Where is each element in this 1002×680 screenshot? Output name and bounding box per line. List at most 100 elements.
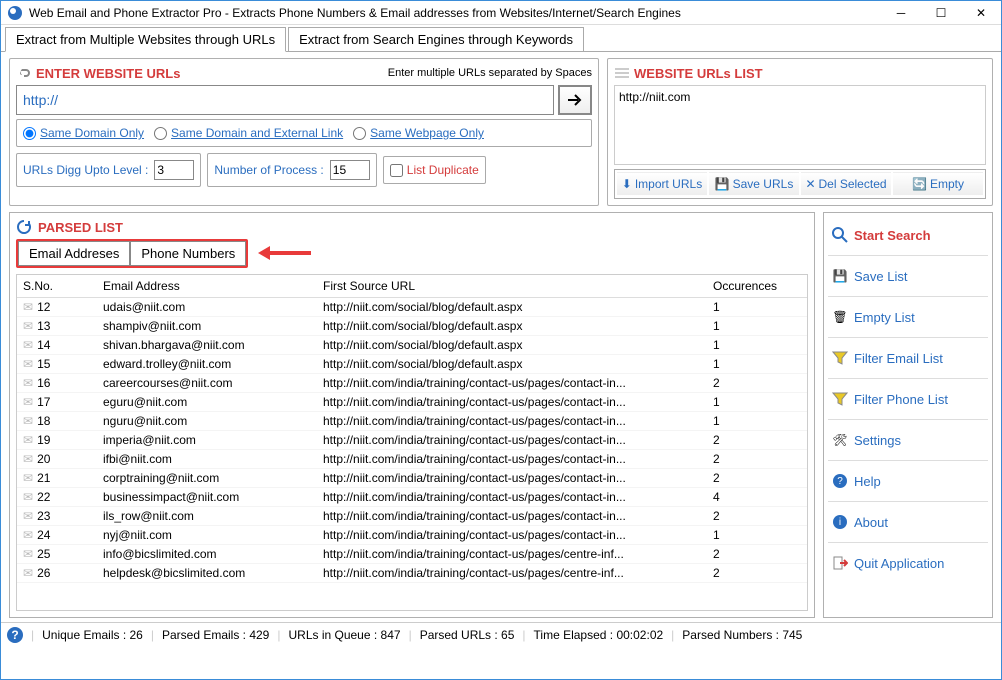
urls-list[interactable]: http://niit.com [614,85,986,165]
status-help-icon[interactable]: ? [7,627,23,643]
mail-icon: ✉ [23,414,33,428]
table-row[interactable]: ✉20ifbi@niit.comhttp://niit.com/india/tr… [17,450,807,469]
mail-icon: ✉ [23,528,33,542]
window-title: Web Email and Phone Extractor Pro - Extr… [29,6,881,20]
stat-time-elapsed: Time Elapsed : 00:02:02 [534,628,664,642]
statusbar: ? | Unique Emails : 26| Parsed Emails : … [1,622,1001,646]
arrow-right-icon [566,91,584,109]
info-icon: i [832,514,848,530]
parsed-title: PARSED LIST [38,220,123,235]
import-urls-button[interactable]: ⬇Import URLs [617,172,707,196]
url-list-item[interactable]: http://niit.com [619,90,981,104]
filter-email-button[interactable]: Filter Email List [828,344,988,372]
table-row[interactable]: ✉15edward.trolley@niit.comhttp://niit.co… [17,355,807,374]
mail-icon: ✉ [23,300,33,314]
empty-icon: 🔄 [912,177,927,191]
table-row[interactable]: ✉12udais@niit.comhttp://niit.com/social/… [17,298,807,317]
tab-extract-keywords[interactable]: Extract from Search Engines through Keyw… [288,27,584,51]
exit-icon [832,555,848,571]
enter-urls-hint: Enter multiple URLs separated by Spaces [180,67,592,79]
import-icon: ⬇ [622,177,632,191]
url-input[interactable] [16,85,554,115]
minimize-button[interactable]: ─ [881,1,921,25]
filter-icon [832,391,848,407]
col-occurences[interactable]: Occurences [707,275,807,298]
del-selected-button[interactable]: ✕Del Selected [801,172,891,196]
refresh-icon [16,219,32,235]
app-icon [7,5,23,21]
annotation-arrow-icon [256,241,316,265]
tab-email-addresses[interactable]: Email Addreses [18,241,130,266]
settings-button[interactable]: 🛠Settings [828,426,988,454]
table-row[interactable]: ✉25info@bicslimited.comhttp://niit.com/i… [17,545,807,564]
list-duplicate-box[interactable]: List Duplicate [383,156,486,184]
table-row[interactable]: ✉21corptraining@niit.comhttp://niit.com/… [17,469,807,488]
mail-icon: ✉ [23,509,33,523]
trash-icon: 🗑 [832,309,848,325]
table-row[interactable]: ✉14shivan.bhargava@niit.comhttp://niit.c… [17,336,807,355]
process-count-box: Number of Process : [207,153,376,187]
process-count-input[interactable] [330,160,370,180]
filter-icon [832,350,848,366]
radio-same-domain[interactable]: Same Domain Only [23,126,144,140]
config-row: ENTER WEBSITE URLs Enter multiple URLs s… [1,52,1001,212]
close-button[interactable]: ✕ [961,1,1001,25]
result-tabs: Email Addreses Phone Numbers [16,239,248,268]
save-icon: 💾 [715,177,730,191]
mail-icon: ✉ [23,319,33,333]
empty-list-button[interactable]: 🗑Empty List [828,303,988,331]
delete-icon: ✕ [805,177,815,191]
mail-icon: ✉ [23,547,33,561]
stat-parsed-emails: Parsed Emails : 429 [162,628,269,642]
table-row[interactable]: ✉26helpdesk@bicslimited.comhttp://niit.c… [17,564,807,583]
filter-phone-button[interactable]: Filter Phone List [828,385,988,413]
results-table: S.No. Email Address First Source URL Occ… [17,275,807,583]
gear-icon: 🛠 [832,432,848,448]
radio-same-webpage[interactable]: Same Webpage Only [353,126,484,140]
table-row[interactable]: ✉24nyj@niit.comhttp://niit.com/india/tra… [17,526,807,545]
help-icon: ? [832,473,848,489]
enter-urls-panel: ENTER WEBSITE URLs Enter multiple URLs s… [9,58,599,206]
list-duplicate-checkbox[interactable] [390,164,403,177]
list-duplicate-label: List Duplicate [407,163,479,177]
urls-list-panel: WEBSITE URLs LIST http://niit.com ⬇Impor… [607,58,993,206]
table-row[interactable]: ✉23ils_row@niit.comhttp://niit.com/india… [17,507,807,526]
table-row[interactable]: ✉22businessimpact@niit.comhttp://niit.co… [17,488,807,507]
mail-icon: ✉ [23,357,33,371]
col-source[interactable]: First Source URL [317,275,707,298]
stat-parsed-numbers: Parsed Numbers : 745 [682,628,802,642]
digg-level-box: URLs Digg Upto Level : [16,153,201,187]
mode-tabs: Extract from Multiple Websites through U… [1,25,1001,52]
tab-phone-numbers[interactable]: Phone Numbers [130,241,246,266]
digg-level-label: URLs Digg Upto Level : [23,163,148,177]
col-email[interactable]: Email Address [97,275,317,298]
table-row[interactable]: ✉13shampiv@niit.comhttp://niit.com/socia… [17,317,807,336]
table-row[interactable]: ✉17eguru@niit.comhttp://niit.com/india/t… [17,393,807,412]
digg-level-input[interactable] [154,160,194,180]
col-sno[interactable]: S.No. [17,275,97,298]
mail-icon: ✉ [23,338,33,352]
go-button[interactable] [558,85,592,115]
stat-parsed-urls: Parsed URLs : 65 [420,628,515,642]
maximize-button[interactable]: ☐ [921,1,961,25]
table-row[interactable]: ✉16careercourses@niit.comhttp://niit.com… [17,374,807,393]
process-count-label: Number of Process : [214,163,323,177]
mail-icon: ✉ [23,395,33,409]
help-button[interactable]: ?Help [828,467,988,495]
quit-button[interactable]: Quit Application [828,549,988,577]
empty-button[interactable]: 🔄Empty [893,172,983,196]
enter-urls-title: ENTER WEBSITE URLs [36,66,180,81]
table-row[interactable]: ✉18nguru@niit.comhttp://niit.com/india/t… [17,412,807,431]
save-list-button[interactable]: 💾Save List [828,262,988,290]
table-row[interactable]: ✉19imperia@niit.comhttp://niit.com/india… [17,431,807,450]
radio-same-domain-ext[interactable]: Same Domain and External Link [154,126,343,140]
save-urls-button[interactable]: 💾Save URLs [709,172,799,196]
parsed-panel: PARSED LIST Email Addreses Phone Numbers… [9,212,815,618]
start-search-button[interactable]: Start Search [828,221,988,249]
about-button[interactable]: iAbout [828,508,988,536]
mail-icon: ✉ [23,566,33,580]
tab-extract-urls[interactable]: Extract from Multiple Websites through U… [5,27,286,52]
urls-list-title: WEBSITE URLs LIST [634,66,763,81]
results-table-wrap[interactable]: S.No. Email Address First Source URL Occ… [16,274,808,611]
mail-icon: ✉ [23,433,33,447]
